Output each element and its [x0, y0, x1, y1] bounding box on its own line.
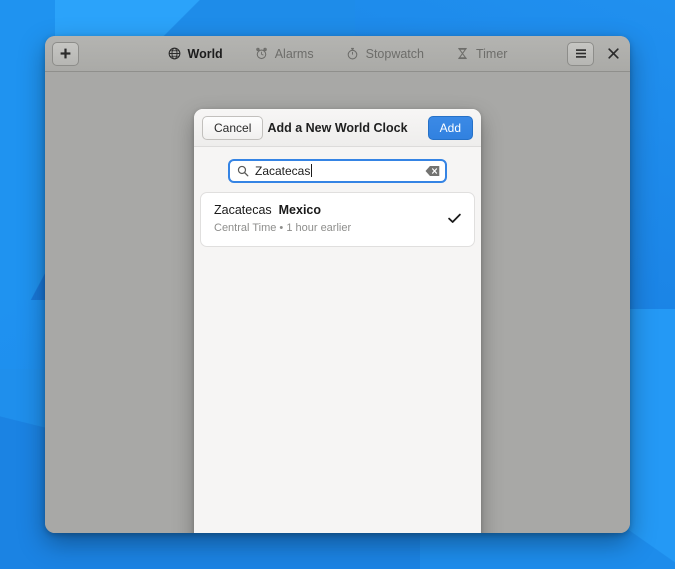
search-input-text: Zacatecas [255, 164, 419, 178]
plus-icon [60, 48, 71, 59]
tab-world[interactable]: World [152, 36, 239, 72]
result-title: Zacatecas Mexico [214, 202, 448, 219]
tab-stopwatch[interactable]: Stopwatch [330, 36, 440, 72]
stopwatch-icon [346, 47, 359, 60]
globe-icon [168, 47, 181, 60]
result-city: Zacatecas [214, 203, 272, 217]
search-input[interactable]: Zacatecas [228, 159, 447, 183]
dialog-headerbar: Cancel Add a New World Clock Add [194, 109, 481, 147]
add-clock-button[interactable] [52, 42, 79, 66]
tab-label: World [188, 47, 223, 61]
result-country: Mexico [279, 203, 321, 217]
hamburger-menu-icon [575, 48, 587, 59]
search-text-value: Zacatecas [255, 164, 310, 178]
desktop-background: World Alarms [0, 0, 675, 569]
view-switcher-tabs: World Alarms [45, 36, 630, 72]
window-headerbar: World Alarms [45, 36, 630, 72]
tab-label: Alarms [275, 47, 314, 61]
search-results-list: Zacatecas Mexico Central Time • 1 hour e… [194, 192, 481, 533]
add-world-clock-dialog: Cancel Add a New World Clock Add Zacatec… [194, 109, 481, 533]
tab-label: Timer [476, 47, 507, 61]
clear-search-button[interactable] [425, 164, 440, 178]
result-subtitle: Central Time • 1 hour earlier [214, 220, 448, 237]
add-button[interactable]: Add [428, 116, 473, 140]
hourglass-icon [456, 47, 469, 60]
result-text-block: Zacatecas Mexico Central Time • 1 hour e… [214, 202, 448, 236]
clocks-application-window: World Alarms [45, 36, 630, 533]
search-icon [237, 165, 249, 177]
alarm-clock-icon [255, 47, 268, 60]
checkmark-icon [448, 212, 461, 227]
main-menu-button[interactable] [567, 42, 594, 66]
close-window-button[interactable] [603, 44, 623, 64]
tab-alarms[interactable]: Alarms [239, 36, 330, 72]
tab-timer[interactable]: Timer [440, 36, 523, 72]
search-area: Zacatecas [194, 147, 481, 192]
text-caret [311, 164, 312, 177]
close-icon [608, 48, 619, 59]
list-item[interactable]: Zacatecas Mexico Central Time • 1 hour e… [200, 192, 475, 247]
cancel-button[interactable]: Cancel [202, 116, 263, 140]
tab-label: Stopwatch [366, 47, 424, 61]
world-clock-content-area: Cancel Add a New World Clock Add Zacatec… [45, 72, 630, 533]
headerbar-right-controls [567, 42, 623, 66]
clear-backspace-icon [425, 165, 440, 177]
